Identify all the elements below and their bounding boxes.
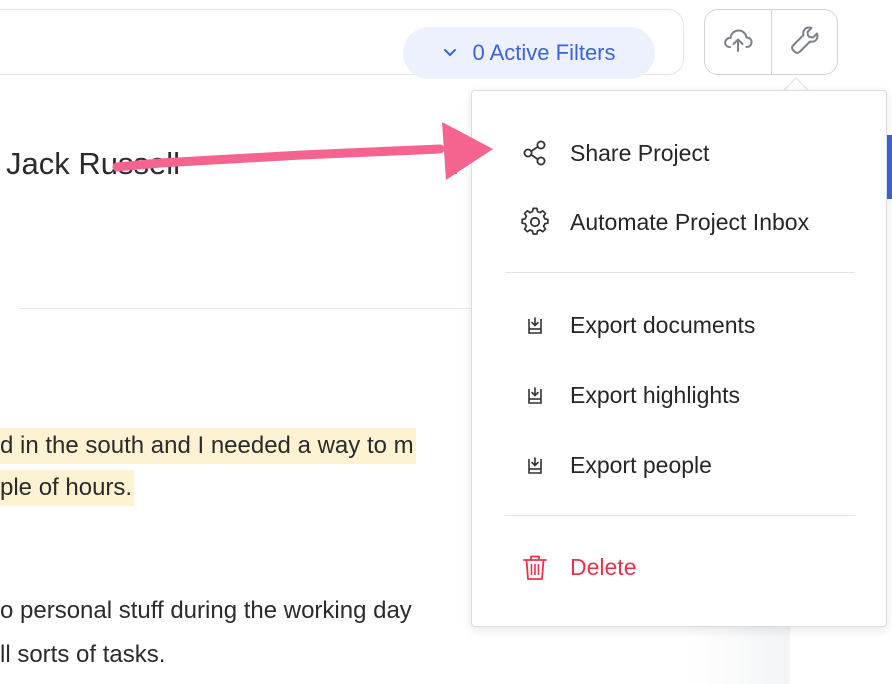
menu-item-label: Delete	[570, 553, 637, 580]
menu-item-label: Export documents	[570, 311, 756, 338]
chevron-down-icon	[442, 40, 458, 66]
cloud-upload-icon	[721, 23, 755, 62]
highlighted-text-line[interactable]: ple of hours.	[0, 470, 135, 506]
active-filters-button[interactable]: 0 Active Filters	[403, 27, 655, 79]
toolbar-button-group	[704, 9, 838, 75]
highlighted-text-line[interactable]: d in the south and I needed a way to m	[0, 428, 416, 464]
menu-item-label: Automate Project Inbox	[570, 208, 810, 235]
active-filters-label: 0 Active Filters	[472, 40, 616, 65]
menu-item-label: Export people	[570, 451, 712, 478]
gear-icon	[518, 205, 552, 239]
project-settings-menu: Share Project Automate Project Inbox Exp…	[471, 90, 887, 627]
export-icon	[518, 448, 552, 482]
export-icon	[518, 378, 552, 412]
menu-item-automate-project-inbox[interactable]: Automate Project Inbox	[472, 192, 886, 252]
menu-divider	[505, 515, 855, 516]
share-icon	[518, 136, 552, 170]
menu-item-label: Share Project	[570, 139, 710, 166]
body-text-line: ll sorts of tasks.	[0, 641, 166, 668]
menu-item-export-people[interactable]: Export people	[472, 435, 886, 495]
menu-item-delete[interactable]: Delete	[472, 537, 886, 597]
document-title: Jack Russell	[6, 146, 180, 181]
menu-item-label: Export highlights	[570, 381, 741, 408]
settings-button[interactable]	[771, 10, 837, 74]
menu-item-export-highlights[interactable]: Export highlights	[472, 365, 886, 425]
export-icon	[518, 308, 552, 342]
search-filter-bar[interactable]: 0 Active Filters	[0, 9, 684, 79]
title-marker: :	[451, 148, 460, 181]
content-divider	[20, 308, 480, 309]
wrench-icon	[788, 23, 822, 62]
background-panel	[690, 625, 790, 684]
menu-divider	[505, 272, 855, 273]
body-text-line: o personal stuff during the working day	[0, 597, 412, 624]
menu-item-export-documents[interactable]: Export documents	[472, 295, 886, 355]
trash-icon	[518, 550, 552, 584]
upload-button[interactable]	[705, 10, 771, 74]
page: Jack Russell : d in the south and I need…	[0, 0, 892, 684]
menu-item-share-project[interactable]: Share Project	[472, 123, 886, 183]
